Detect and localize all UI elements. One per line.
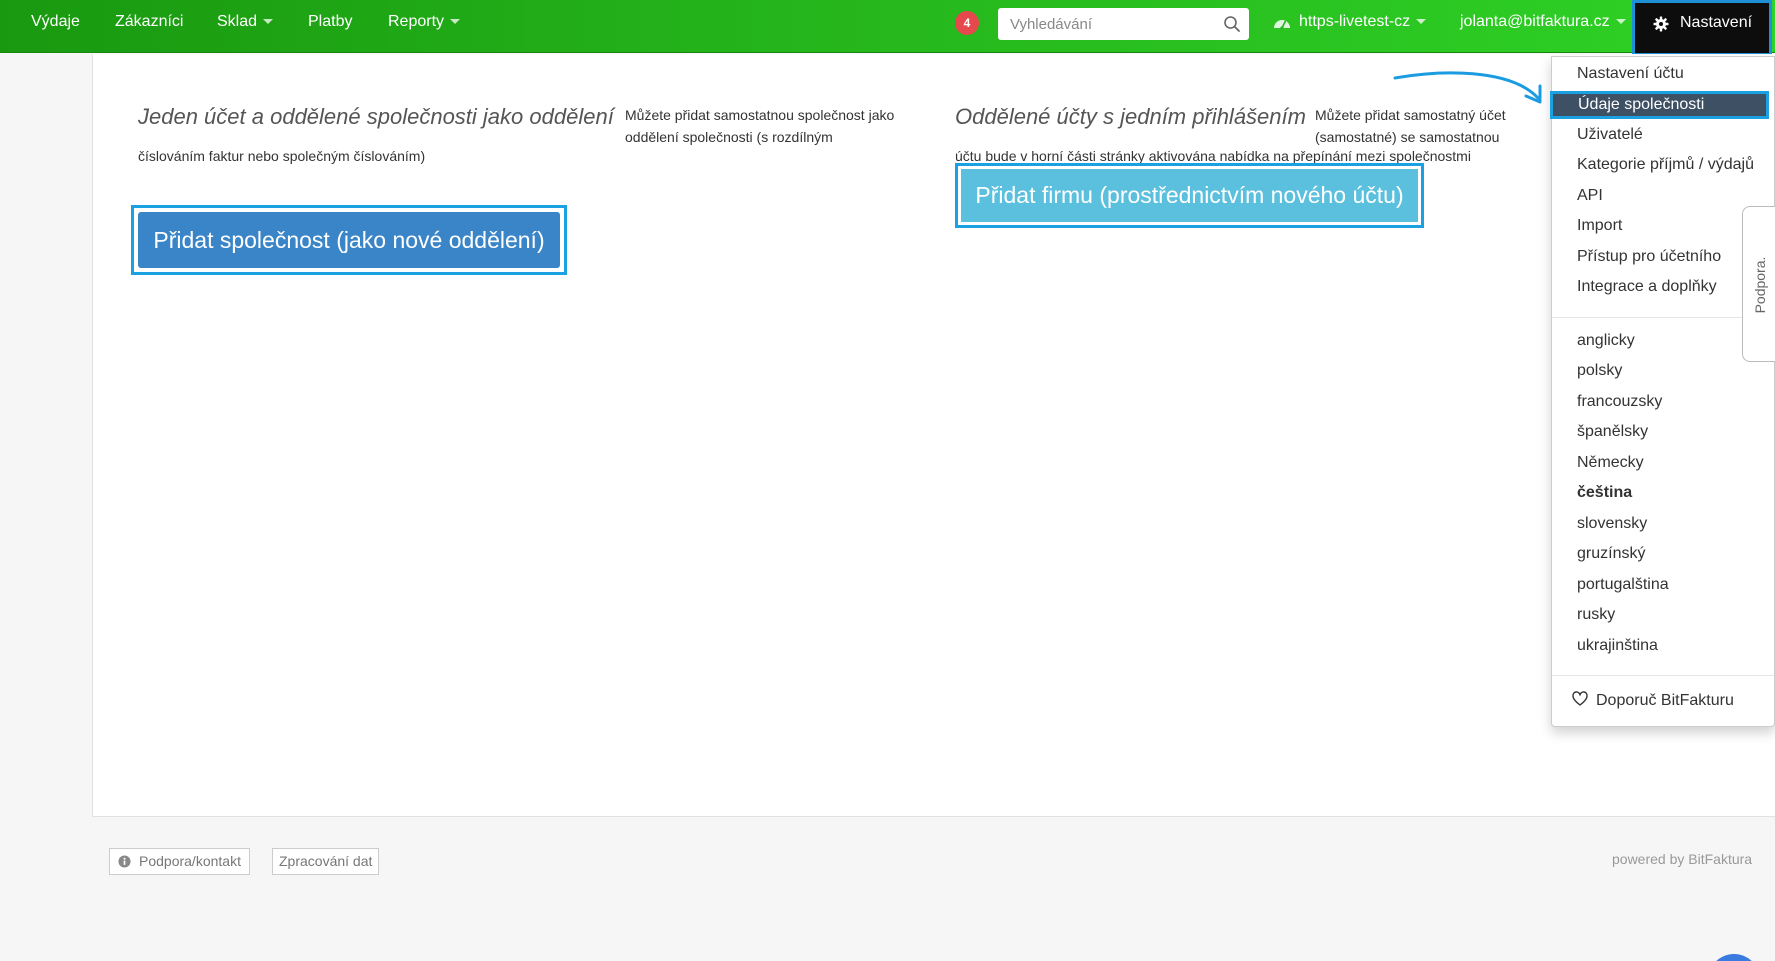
menu-lang-polish[interactable]: polsky — [1577, 358, 1622, 384]
add-department-button-highlight: Přidat společnost (jako nové oddělení) — [131, 205, 567, 275]
menu-lang-spanish[interactable]: španělsky — [1577, 419, 1648, 445]
nav-vydaje[interactable]: Výdaje — [31, 0, 80, 44]
settings-dropdown-menu: Nastavení účtu Uživatelé Kategorie příjm… — [1551, 56, 1775, 727]
menu-divider — [1552, 675, 1774, 676]
menu-divider — [1552, 317, 1774, 318]
one-account-description-continued: číslováním faktur nebo společným číslová… — [138, 148, 426, 164]
menu-lang-russian[interactable]: rusky — [1577, 602, 1615, 628]
annotation-arrow-icon — [1393, 71, 1542, 104]
support-side-tab[interactable]: Podpora. — [1742, 206, 1775, 362]
nav-sklad[interactable]: Sklad — [217, 0, 274, 44]
caret-down-icon — [1615, 19, 1626, 25]
menu-item-integrations[interactable]: Integrace a doplňky — [1577, 274, 1717, 300]
menu-lang-ukrainian[interactable]: ukrajinština — [1577, 633, 1658, 659]
notification-badge[interactable]: 4 — [955, 11, 979, 35]
dashboard-icon — [1274, 19, 1290, 29]
menu-item-import[interactable]: Import — [1577, 213, 1622, 239]
heart-icon — [1572, 691, 1588, 706]
menu-item-users[interactable]: Uživatelé — [1577, 122, 1643, 148]
separate-accounts-heading: Oddělené účty s jedním přihlášením — [955, 104, 1306, 129]
menu-lang-czech[interactable]: čeština — [1577, 480, 1632, 506]
menu-lang-georgian[interactable]: gruzínský — [1577, 541, 1645, 567]
caret-down-icon — [1416, 19, 1427, 25]
menu-item-recommend-label: Doporuč BitFakturu — [1596, 692, 1734, 709]
chat-widget-button[interactable] — [1708, 954, 1760, 961]
user-email-label: jolanta@bitfaktura.cz — [1460, 13, 1610, 30]
user-menu[interactable]: jolanta@bitfaktura.cz — [1460, 0, 1626, 44]
support-contact-label: Podpora/kontakt — [139, 853, 241, 869]
main-content-panel — [92, 54, 1775, 817]
add-company-button-highlight: Přidat firmu (prostřednictvím nového účt… — [955, 163, 1424, 228]
data-processing-label: Zpracování dat — [279, 853, 373, 869]
nav-zakaznici-label: Zákazníci — [115, 13, 184, 30]
one-account-description: Můžete přidat samostatnou společnost jak… — [625, 107, 895, 145]
top-navigation-bar: Výdaje Zákazníci Sklad Platby Reporty 4 … — [0, 0, 1775, 53]
menu-item-recommend[interactable]: Doporuč BitFakturu — [1572, 688, 1734, 714]
search-input[interactable] — [998, 8, 1218, 40]
nav-vydaje-label: Výdaje — [31, 13, 80, 30]
add-company-button[interactable]: Přidat firmu (prostřednictvím nového účt… — [961, 169, 1418, 222]
menu-item-accountant-access[interactable]: Přístup pro účetního — [1577, 244, 1721, 270]
nav-reporty-label: Reporty — [388, 13, 445, 30]
one-account-heading: Jeden účet a oddělené společnosti jako o… — [138, 104, 614, 129]
support-contact-button[interactable]: Podpora/kontakt — [109, 848, 250, 875]
search-box — [998, 8, 1249, 40]
data-processing-button[interactable]: Zpracování dat — [272, 848, 380, 875]
nav-sklad-label: Sklad — [217, 13, 258, 30]
support-side-tab-label: Podpora. — [1752, 256, 1768, 314]
menu-item-categories[interactable]: Kategorie příjmů / výdajů — [1577, 152, 1754, 178]
info-icon — [118, 855, 131, 868]
menu-item-company-details[interactable]: Údaje společnosti — [1550, 91, 1769, 119]
menu-lang-english[interactable]: anglicky — [1577, 328, 1635, 354]
account-label: https-livetest-cz — [1299, 13, 1411, 30]
nav-reporty[interactable]: Reporty — [388, 0, 461, 44]
menu-lang-french[interactable]: francouzsky — [1577, 389, 1662, 415]
settings-menu-label: Nastavení — [1680, 14, 1753, 31]
menu-item-api[interactable]: API — [1577, 183, 1603, 209]
settings-menu-button[interactable]: Nastavení — [1632, 0, 1772, 56]
menu-lang-german[interactable]: Německy — [1577, 450, 1644, 476]
gear-icon — [1653, 16, 1669, 32]
menu-lang-portuguese[interactable]: portugalština — [1577, 572, 1669, 598]
nav-zakaznici[interactable]: Zákazníci — [115, 0, 183, 44]
account-switcher[interactable]: https-livetest-cz — [1273, 0, 1427, 44]
nav-platby[interactable]: Platby — [308, 0, 352, 44]
add-department-button[interactable]: Přidat společnost (jako nové oddělení) — [138, 212, 560, 268]
nav-platby-label: Platby — [308, 13, 353, 30]
caret-down-icon — [263, 19, 274, 25]
menu-item-account-settings[interactable]: Nastavení účtu — [1577, 61, 1684, 87]
caret-down-icon — [450, 19, 461, 25]
menu-lang-slovak[interactable]: slovensky — [1577, 511, 1647, 537]
powered-by-text: powered by BitFaktura — [1612, 851, 1753, 867]
search-icon[interactable] — [1223, 15, 1241, 33]
